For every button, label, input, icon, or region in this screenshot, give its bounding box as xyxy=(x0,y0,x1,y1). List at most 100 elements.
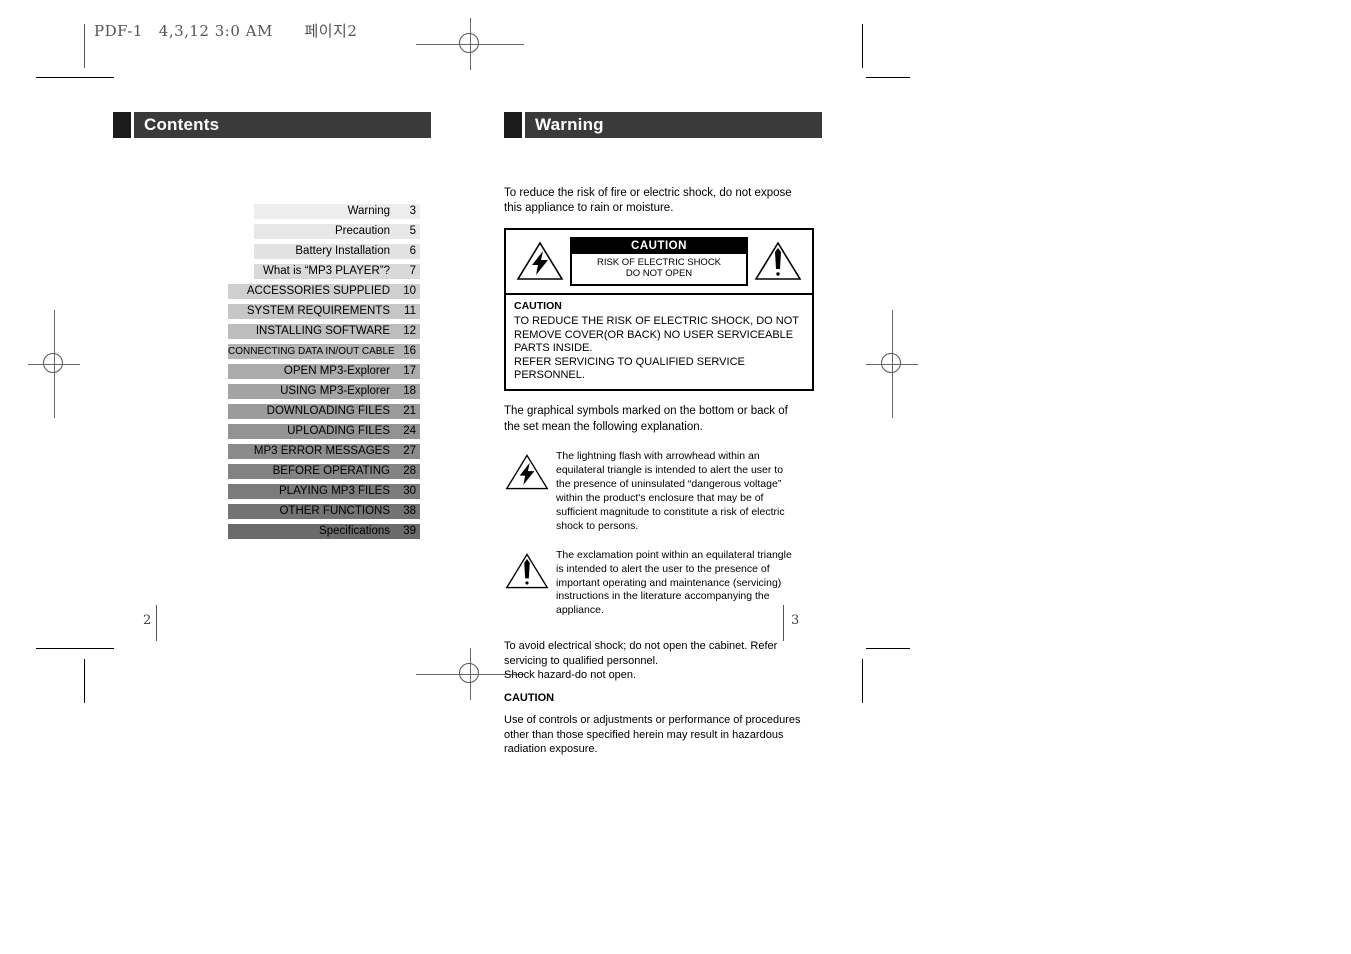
header-accent-block xyxy=(504,112,522,138)
caution-box-top-row: CAUTION RISK OF ELECTRIC SHOCK DO NOT OP… xyxy=(506,230,812,296)
tail-caution-title: CAUTION xyxy=(504,692,555,705)
folio-right-rule xyxy=(783,605,784,641)
caution-plate: CAUTION RISK OF ELECTRIC SHOCK DO NOT OP… xyxy=(570,236,748,287)
toc-entry-label: SYSTEM REQUIREMENTS xyxy=(246,304,390,317)
toc-entry-page-number: 21 xyxy=(403,404,416,417)
toc-row[interactable]: Specifications 39 xyxy=(228,524,420,539)
folio-left-rule xyxy=(156,605,157,641)
crop-mark-bottom-left-vertical xyxy=(84,659,85,703)
toc-entry-label: Battery Installation xyxy=(295,244,390,257)
folio-right: 3 xyxy=(791,613,800,628)
folio-left: 2 xyxy=(143,613,152,628)
table-of-contents: Warning 3 Precaution 5 Battery Installation 6… xyxy=(228,204,420,544)
caution-plate-line-1: RISK OF ELECTRIC SHOCK xyxy=(596,256,722,268)
toc-entry-label: Precaution xyxy=(335,224,390,237)
toc-row[interactable]: INSTALLING SOFTWARE 12 xyxy=(228,324,420,339)
toc-entry-label: OTHER FUNCTIONS xyxy=(279,504,390,517)
registration-circle xyxy=(459,33,479,53)
caution-plate-heading: CAUTION xyxy=(572,238,746,254)
header-accent-block xyxy=(113,112,131,138)
toc-entry-page-number: 7 xyxy=(409,264,416,277)
header-bar: Contents xyxy=(134,112,431,138)
toc-entry-page-number: 3 xyxy=(409,204,416,217)
toc-entry-page-number: 17 xyxy=(403,364,416,377)
symbol-bolt-description: The lightning flash with arrowhead withi… xyxy=(556,449,785,532)
caution-plate-body: RISK OF ELECTRIC SHOCK DO NOT OPEN xyxy=(572,254,746,285)
toc-entry-label: CONNECTING DATA IN/OUT CABLE xyxy=(228,345,395,357)
toc-row[interactable]: ACCESSORIES SUPPLIED 10 xyxy=(228,284,420,299)
symbol-exclamation-description: The exclamation point within an equilate… xyxy=(556,548,792,617)
toc-row[interactable]: What is “MP3 PLAYER”? 7 xyxy=(254,264,420,279)
toc-row[interactable]: BEFORE OPERATING 28 xyxy=(228,464,420,479)
toc-entry-page-number: 10 xyxy=(403,284,416,297)
toc-row[interactable]: UPLOADING FILES 24 xyxy=(228,424,420,439)
registration-mark-right xyxy=(866,310,918,418)
toc-entry-label: USING MP3-Explorer xyxy=(280,384,390,397)
symbol-icon-wrap xyxy=(504,450,556,497)
warning-section-header: Warning xyxy=(504,112,822,138)
crop-mark-bottom-right-horizontal xyxy=(866,648,910,649)
toc-row[interactable]: Battery Installation 6 xyxy=(254,244,420,259)
toc-entry-page-number: 12 xyxy=(403,324,416,337)
toc-entry-page-number: 16 xyxy=(403,344,416,357)
radiation-exposure-text: Use of controls or adjustments or perfor… xyxy=(504,714,801,755)
toc-row[interactable]: SYSTEM REQUIREMENTS 11 xyxy=(228,304,420,319)
toc-entry-label: ACCESSORIES SUPPLIED xyxy=(246,284,390,297)
toc-entry-page-number: 18 xyxy=(403,384,416,397)
toc-entry-label: UPLOADING FILES xyxy=(287,424,390,437)
warning-intro-text: To reduce the risk of fire or electric s… xyxy=(504,187,792,215)
caution-bottom-title: CAUTION xyxy=(514,300,562,313)
toc-entry-page-number: 5 xyxy=(409,224,416,237)
toc-row[interactable]: USING MP3-Explorer 18 xyxy=(228,384,420,399)
symbol-icon-wrap xyxy=(504,549,556,596)
film-header-strip: PDF-1 4,3,12 3:0 AM 페이지2 xyxy=(84,24,357,68)
toc-entry-page-number: 11 xyxy=(404,304,416,317)
registration-mark-top xyxy=(416,18,524,70)
registration-mark-left xyxy=(28,310,80,418)
page-left-contents: Contents Warning 3 Precaution 5 Battery Inst… xyxy=(113,112,453,539)
toc-row[interactable]: Precaution 5 xyxy=(254,224,420,239)
page-right-warning: Warning To reduce the risk of fire or el… xyxy=(504,112,844,756)
toc-entry-label: BEFORE OPERATING xyxy=(272,464,390,477)
crop-mark-top-right-vertical xyxy=(862,24,863,68)
toc-entry-page-number: 27 xyxy=(403,444,416,457)
toc-row[interactable]: DOWNLOADING FILES 21 xyxy=(228,404,420,419)
toc-entry-label: Warning xyxy=(347,204,390,217)
toc-row[interactable]: Warning 3 xyxy=(254,204,420,219)
toc-entry-label: What is “MP3 PLAYER”? xyxy=(263,264,390,277)
film-header-text: PDF-1 4,3,12 3:0 AM 페이지2 xyxy=(94,22,358,40)
toc-entry-label: OPEN MP3-Explorer xyxy=(283,364,390,377)
lightning-bolt-triangle-icon xyxy=(516,241,564,281)
header-bar: Warning xyxy=(525,112,822,138)
toc-entry-label: Specifications xyxy=(319,524,390,537)
toc-row[interactable]: PLAYING MP3 FILES 30 xyxy=(228,484,420,499)
toc-row[interactable]: MP3 ERROR MESSAGES 27 xyxy=(228,444,420,459)
registration-circle xyxy=(43,353,63,373)
toc-entry-label: PLAYING MP3 FILES xyxy=(279,484,390,497)
crop-mark-top-left-horizontal xyxy=(36,77,114,78)
symbol-explanation-exclamation: The exclamation point within an equilate… xyxy=(504,549,844,619)
caution-plate-line-2: DO NOT OPEN xyxy=(625,268,693,280)
toc-row[interactable]: CONNECTING DATA IN/OUT CABLE 16 xyxy=(228,344,420,359)
toc-row[interactable]: OPEN MP3-Explorer 17 xyxy=(228,364,420,379)
exclamation-triangle-icon xyxy=(754,241,802,281)
toc-entry-label: INSTALLING SOFTWARE xyxy=(255,324,390,337)
caution-box-bottom: CAUTION TO REDUCE THE RISK OF ELECTRIC S… xyxy=(506,295,812,389)
crop-mark-bottom-left-horizontal xyxy=(36,648,114,649)
toc-entry-page-number: 24 xyxy=(403,424,416,437)
crop-mark-bottom-right-vertical xyxy=(862,659,863,703)
toc-entry-page-number: 39 xyxy=(403,524,416,537)
symbol-explanation-bolt: The lightning flash with arrowhead withi… xyxy=(504,450,844,534)
exclamation-triangle-icon xyxy=(505,552,549,588)
registration-mark-bottom xyxy=(416,648,524,700)
toc-entry-page-number: 38 xyxy=(403,504,416,517)
toc-row[interactable]: OTHER FUNCTIONS 38 xyxy=(228,504,420,519)
crop-mark-top-right-horizontal xyxy=(866,77,910,78)
page-title: Contents xyxy=(144,115,220,134)
registration-circle xyxy=(459,663,479,683)
toc-entry-page-number: 30 xyxy=(403,484,416,497)
toc-entry-page-number: 28 xyxy=(403,464,416,477)
symbols-intro-text: The graphical symbols marked on the bott… xyxy=(504,405,788,433)
toc-entry-page-number: 6 xyxy=(409,244,416,257)
avoid-shock-text: To avoid electrical shock; do not open t… xyxy=(504,640,778,681)
